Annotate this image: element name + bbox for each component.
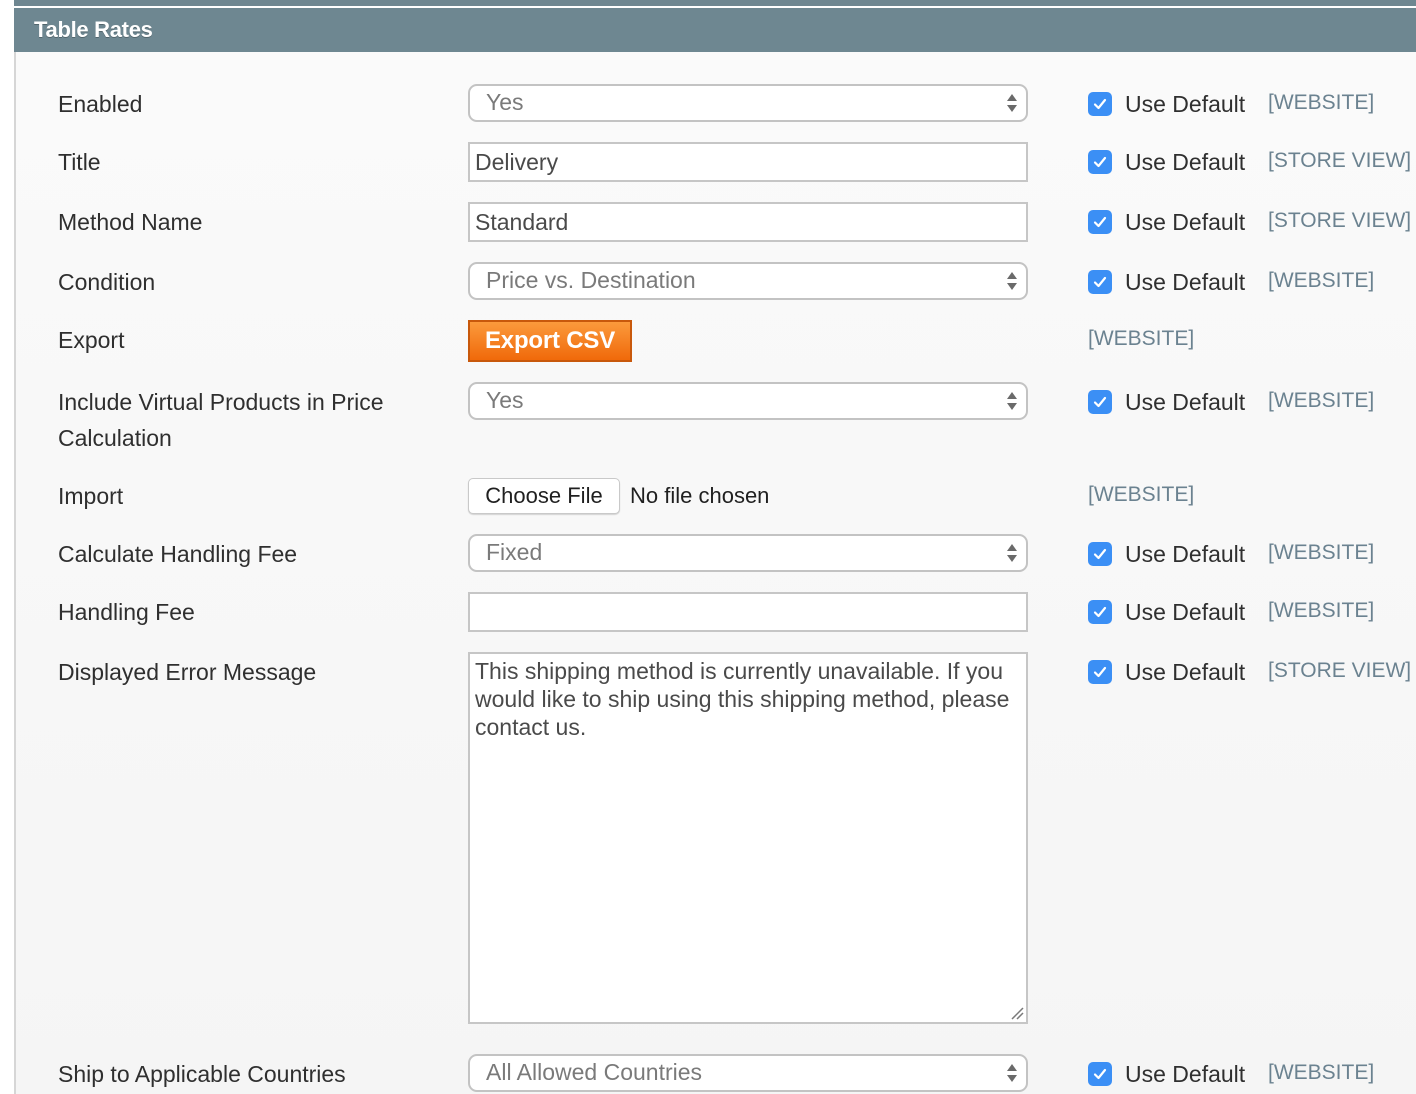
choose-file-button[interactable]: Choose File	[468, 478, 620, 514]
enabled-select[interactable]: Yes	[468, 84, 1028, 122]
select-arrows-icon	[1007, 544, 1017, 562]
checkbox-checked-icon[interactable]	[1088, 600, 1112, 624]
field-label: Condition	[58, 269, 156, 295]
error-message-textarea[interactable]: This shipping method is currently unavai…	[468, 652, 1028, 1024]
select-value: All Allowed Countries	[486, 1059, 703, 1085]
file-status: No file chosen	[630, 483, 770, 508]
select-arrows-icon	[1007, 94, 1017, 112]
use-default-label: Use Default	[1125, 541, 1246, 567]
select-value: Fixed	[486, 539, 543, 565]
use-default-label: Use Default	[1125, 269, 1246, 295]
field-label: Export	[58, 327, 125, 353]
select-arrows-icon	[1007, 1064, 1017, 1082]
scope-label: [WEBSITE]	[1268, 269, 1375, 292]
section-header-table-rates[interactable]: Table Rates	[14, 8, 1416, 52]
checkbox-checked-icon[interactable]	[1088, 92, 1112, 116]
select-arrows-icon	[1007, 272, 1017, 290]
textarea-value: This shipping method is currently unavai…	[475, 658, 1010, 740]
export-csv-button[interactable]: Export CSV	[468, 320, 632, 362]
handling-fee-input[interactable]	[468, 592, 1028, 632]
select-value: Yes	[486, 387, 524, 413]
select-value: Yes	[486, 89, 524, 115]
field-label: Include Virtual Products in Price Calcul…	[58, 389, 384, 451]
use-default-label: Use Default	[1125, 389, 1246, 415]
scope-label: [STORE VIEW]	[1268, 209, 1412, 232]
field-label: Method Name	[58, 209, 203, 235]
use-default-label: Use Default	[1125, 91, 1246, 117]
title-input[interactable]: Delivery	[468, 142, 1028, 182]
field-label: Displayed Error Message	[58, 659, 317, 685]
scope-label: [WEBSITE]	[1268, 541, 1375, 564]
scope-label: [WEBSITE]	[1268, 91, 1375, 114]
checkbox-checked-icon[interactable]	[1088, 270, 1112, 294]
ship-to-countries-select[interactable]: All Allowed Countries	[468, 1054, 1028, 1092]
use-default-label: Use Default	[1125, 659, 1246, 685]
field-label: Import	[58, 483, 124, 509]
select-arrows-icon	[1007, 392, 1017, 410]
scope-label: [STORE VIEW]	[1268, 659, 1412, 682]
scope-label: [WEBSITE]	[1088, 483, 1195, 506]
calculate-handling-fee-select[interactable]: Fixed	[468, 534, 1028, 572]
use-default-label: Use Default	[1125, 149, 1246, 175]
checkbox-checked-icon[interactable]	[1088, 542, 1112, 566]
field-label: Handling Fee	[58, 599, 195, 625]
include-virtual-products-select[interactable]: Yes	[468, 382, 1028, 420]
scope-label: [WEBSITE]	[1088, 327, 1195, 350]
field-label: Ship to Applicable Countries	[58, 1061, 346, 1087]
table-rates-panel: Enabled Yes Use Default [WEBSITE] Title …	[14, 52, 1416, 1094]
checkbox-checked-icon[interactable]	[1088, 660, 1112, 684]
scope-label: [STORE VIEW]	[1268, 149, 1412, 172]
field-label: Calculate Handling Fee	[58, 541, 298, 567]
field-label: Enabled	[58, 91, 143, 117]
use-default-label: Use Default	[1125, 1061, 1246, 1087]
select-value: Price vs. Destination	[486, 267, 696, 293]
scope-label: [WEBSITE]	[1268, 389, 1375, 412]
use-default-label: Use Default	[1125, 209, 1246, 235]
checkbox-checked-icon[interactable]	[1088, 390, 1112, 414]
scope-label: [WEBSITE]	[1268, 1061, 1375, 1084]
checkbox-checked-icon[interactable]	[1088, 150, 1112, 174]
resize-handle-icon[interactable]	[1010, 1006, 1024, 1020]
checkbox-checked-icon[interactable]	[1088, 1062, 1112, 1086]
method-name-input[interactable]: Standard	[468, 202, 1028, 242]
field-label: Title	[58, 149, 101, 175]
condition-select[interactable]: Price vs. Destination	[468, 262, 1028, 300]
checkbox-checked-icon[interactable]	[1088, 210, 1112, 234]
use-default-label: Use Default	[1125, 599, 1246, 625]
scope-label: [WEBSITE]	[1268, 599, 1375, 622]
